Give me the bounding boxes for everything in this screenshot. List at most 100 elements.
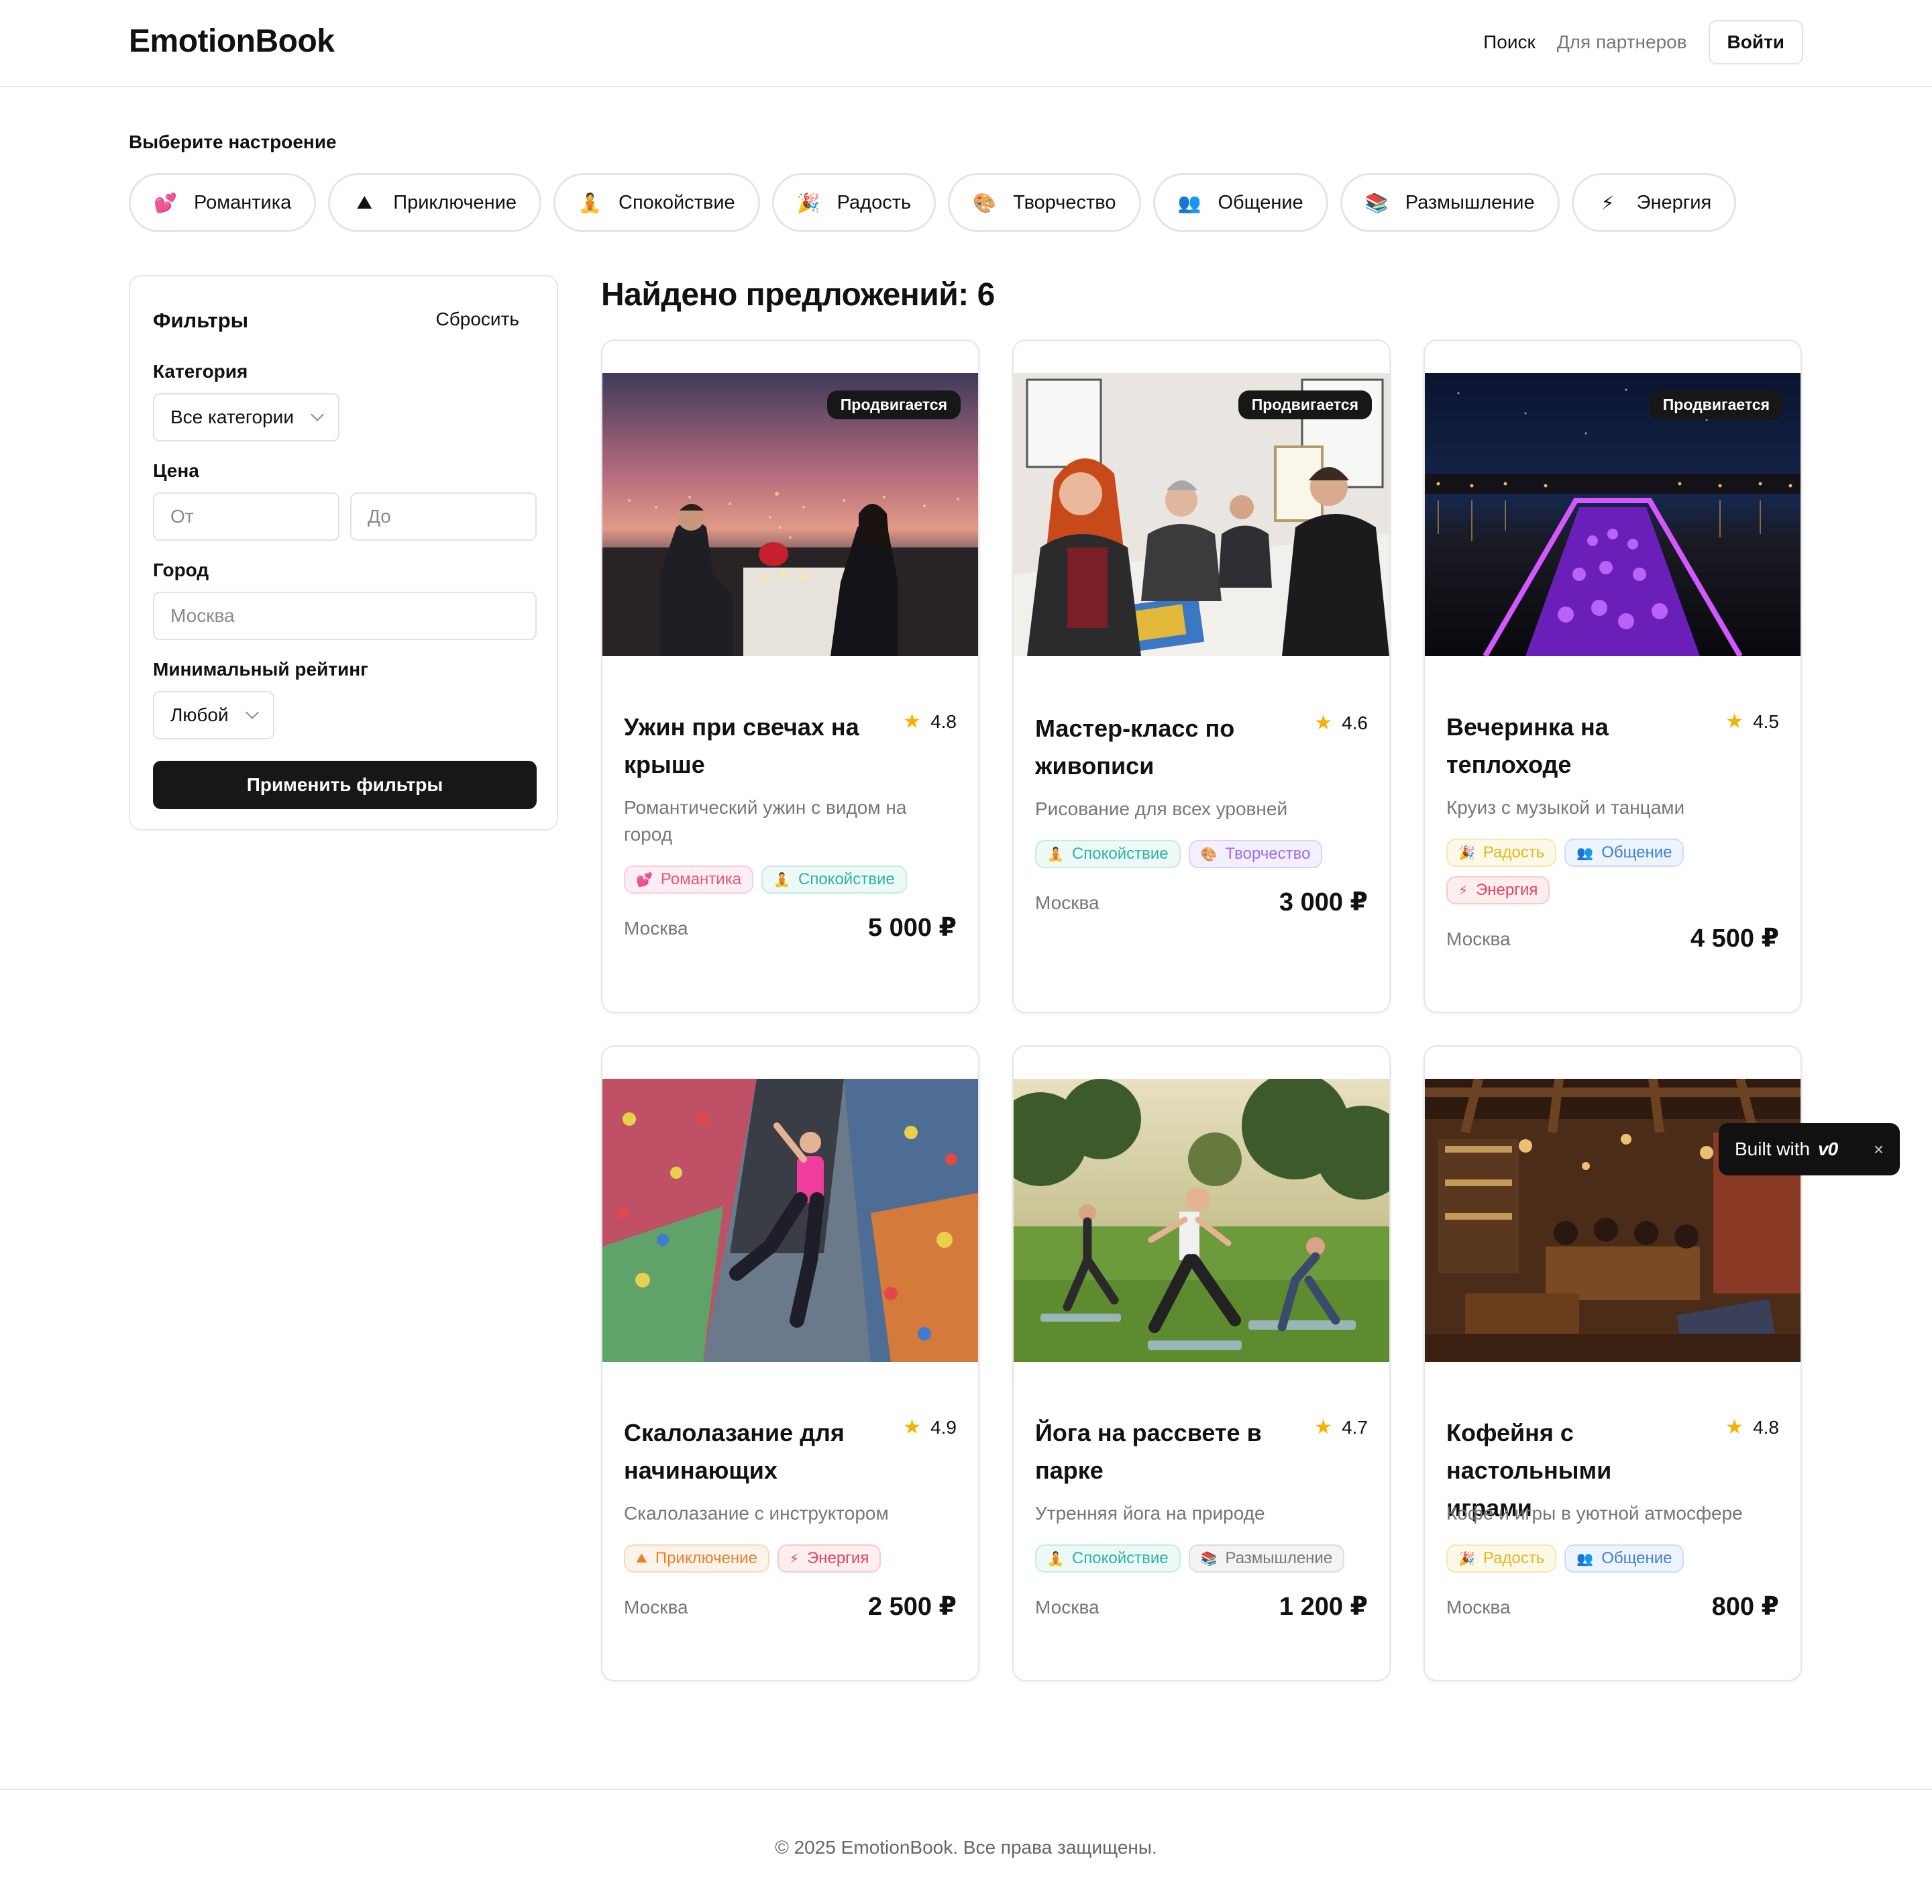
offer-card-painting-class[interactable]: Продвигается Мастер-класс по живописи ★ 4… xyxy=(1012,339,1391,1013)
offer-title[interactable]: Вечеринка на теплоходе xyxy=(1446,708,1701,784)
category-select[interactable]: Все категории xyxy=(153,393,339,441)
offer-price: 5 000 ₽ xyxy=(867,914,957,942)
offer-rating: ★ 4.9 xyxy=(903,1416,957,1439)
price-to-input[interactable] xyxy=(350,492,537,541)
mood-chip-social[interactable]: 👥 Общение xyxy=(1152,173,1328,232)
offer-card-yoga[interactable]: Йога на рассвете в парке ★ 4.7 Утренняя й… xyxy=(1012,1045,1391,1681)
promoted-badge: Продвигается xyxy=(826,390,961,419)
offer-image-board-game-cafe xyxy=(1425,1079,1801,1362)
mood-chip-reflection[interactable]: 📚 Размышление xyxy=(1340,173,1560,232)
category-label: Категория xyxy=(153,361,248,382)
city-input[interactable] xyxy=(153,592,537,640)
price-from-input[interactable] xyxy=(153,492,339,541)
lightning-icon: ⚡ xyxy=(789,1551,799,1567)
offer-city: Москва xyxy=(1035,1597,1099,1618)
built-with-text: Built with xyxy=(1735,1139,1811,1159)
offer-price: 2 500 ₽ xyxy=(867,1593,957,1621)
price-label: Цена xyxy=(153,460,199,481)
filters-panel: Фильтры Сбросить Категория Все категории… xyxy=(129,275,558,831)
results-count-title: Найдено предложений: 6 xyxy=(601,277,995,313)
offer-tags: 🧘 Спокойствие 🎨 Творчество xyxy=(1035,840,1377,868)
category-select-value: Все категории xyxy=(170,407,294,427)
offer-rating-value: 4.8 xyxy=(930,710,957,732)
tag-label: Энергия xyxy=(806,1549,869,1567)
offer-image-yoga xyxy=(1014,1079,1389,1362)
offer-rating: ★ 4.6 xyxy=(1314,711,1368,735)
offer-card-climbing[interactable]: Скалолазание для начинающих ★ 4.9 Скалола… xyxy=(601,1045,979,1681)
mood-chip-energy[interactable]: ⚡ Энергия xyxy=(1571,173,1737,232)
offer-description: Утренняя йога на природе xyxy=(1035,1503,1265,1524)
offer-tags: 🎉 Радость 👥 Общение ⚡ Энергия xyxy=(1446,839,1788,904)
tag-adventure[interactable]: ⛰ Приключение xyxy=(624,1544,769,1573)
offer-title[interactable]: Йога на рассвете в парке xyxy=(1035,1414,1290,1489)
mood-chip-label: Радость xyxy=(837,191,912,213)
built-with-badge[interactable]: Built with v0 × xyxy=(1719,1123,1900,1175)
top-nav: Поиск Для партнеров Войти xyxy=(1483,20,1803,64)
meditation-icon: 🧘 xyxy=(578,192,602,213)
tag-label: Размышление xyxy=(1225,1549,1333,1567)
offer-rating-value: 4.6 xyxy=(1342,712,1368,733)
tag-energy[interactable]: ⚡ Энергия xyxy=(777,1544,881,1573)
offer-title[interactable]: Ужин при свечах на крыше xyxy=(624,708,879,784)
mood-chip-label: Размышление xyxy=(1405,191,1535,213)
offer-title[interactable]: Скалолазание для начинающих xyxy=(624,1414,879,1489)
offer-card-boat-party[interactable]: Продвигается Вечеринка на теплоходе ★ 4.5… xyxy=(1424,339,1802,1013)
tag-label: Спокойствие xyxy=(1071,1549,1169,1567)
close-icon[interactable]: × xyxy=(1874,1139,1884,1160)
rating-select[interactable]: Любой xyxy=(153,691,274,739)
star-icon: ★ xyxy=(1725,710,1744,733)
tag-calm[interactable]: 🧘 Спокойствие xyxy=(1035,1544,1181,1573)
palette-icon: 🎨 xyxy=(1200,847,1218,862)
footer: © 2025 EmotionBook. Все права защищены. xyxy=(0,1789,1932,1904)
mood-chip-label: Энергия xyxy=(1636,191,1712,213)
mood-chip-romance[interactable]: 💕 Романтика xyxy=(129,173,317,232)
nav-partners-link[interactable]: Для партнеров xyxy=(1557,32,1687,53)
offer-rating-value: 4.7 xyxy=(1342,1416,1368,1438)
offer-city: Москва xyxy=(624,1597,688,1618)
reset-filters-button[interactable]: Сбросить xyxy=(436,309,519,330)
tag-social[interactable]: 👥 Общение xyxy=(1564,1544,1684,1573)
tag-label: Радость xyxy=(1483,1549,1545,1567)
filters-title: Фильтры xyxy=(153,309,249,332)
mood-chip-joy[interactable]: 🎉 Радость xyxy=(771,173,936,232)
tag-joy[interactable]: 🎉 Радость xyxy=(1446,1544,1557,1573)
offer-description: Романтический ужин с видом на город xyxy=(624,797,907,845)
tag-social[interactable]: 👥 Общение xyxy=(1564,839,1684,867)
star-icon: ★ xyxy=(903,1416,922,1438)
offer-card-rooftop-dinner[interactable]: Продвигается Ужин при свечах на крыше ★ 4… xyxy=(601,339,979,1013)
tag-creativity[interactable]: 🎨 Творчество xyxy=(1188,840,1323,868)
rating-label: Минимальный рейтинг xyxy=(153,659,368,680)
login-button[interactable]: Войти xyxy=(1708,20,1803,64)
mood-chip-adventure[interactable]: ⛰ Приключение xyxy=(328,173,542,232)
offer-tags: ⛰ Приключение ⚡ Энергия xyxy=(624,1544,966,1573)
offer-rating-value: 4.5 xyxy=(1753,710,1779,732)
tag-reflection[interactable]: 📚 Размышление xyxy=(1188,1544,1345,1573)
apply-filters-button[interactable]: Применить фильтры xyxy=(153,761,537,809)
offer-image-rooftop-dinner: Продвигается xyxy=(602,373,978,656)
mood-chip-label: Романтика xyxy=(194,191,292,213)
people-icon: 👥 xyxy=(1576,1551,1594,1567)
tag-calm[interactable]: 🧘 Спокойствие xyxy=(1035,840,1181,868)
mountain-icon: ⛰ xyxy=(636,1550,647,1566)
offer-price: 4 500 ₽ xyxy=(1690,924,1779,953)
offer-city: Москва xyxy=(1035,892,1099,913)
party-icon: 🎉 xyxy=(796,192,820,213)
tag-joy[interactable]: 🎉 Радость xyxy=(1446,839,1557,867)
mood-chip-label: Приключение xyxy=(393,191,517,213)
mood-chip-calm[interactable]: 🧘 Спокойствие xyxy=(553,173,760,232)
nav-search-link[interactable]: Поиск xyxy=(1483,32,1536,53)
tag-label: Романтика xyxy=(660,870,742,888)
offer-rating: ★ 4.5 xyxy=(1725,710,1779,733)
tag-calm[interactable]: 🧘 Спокойствие xyxy=(761,865,907,894)
offer-rating-value: 4.9 xyxy=(930,1416,957,1438)
tag-label: Энергия xyxy=(1476,881,1538,899)
tag-label: Общение xyxy=(1601,843,1672,861)
offer-price: 1 200 ₽ xyxy=(1279,1593,1368,1621)
offer-description: Рисование для всех уровней xyxy=(1035,798,1288,819)
tag-energy[interactable]: ⚡ Энергия xyxy=(1446,876,1550,904)
mood-chip-creativity[interactable]: 🎨 Творчество xyxy=(948,173,1141,232)
promoted-badge: Продвигается xyxy=(1649,390,1783,419)
logo[interactable]: EmotionBook xyxy=(129,23,335,60)
offer-title[interactable]: Мастер-класс по живописи xyxy=(1035,710,1290,785)
tag-romance[interactable]: 💕 Романтика xyxy=(624,865,754,894)
